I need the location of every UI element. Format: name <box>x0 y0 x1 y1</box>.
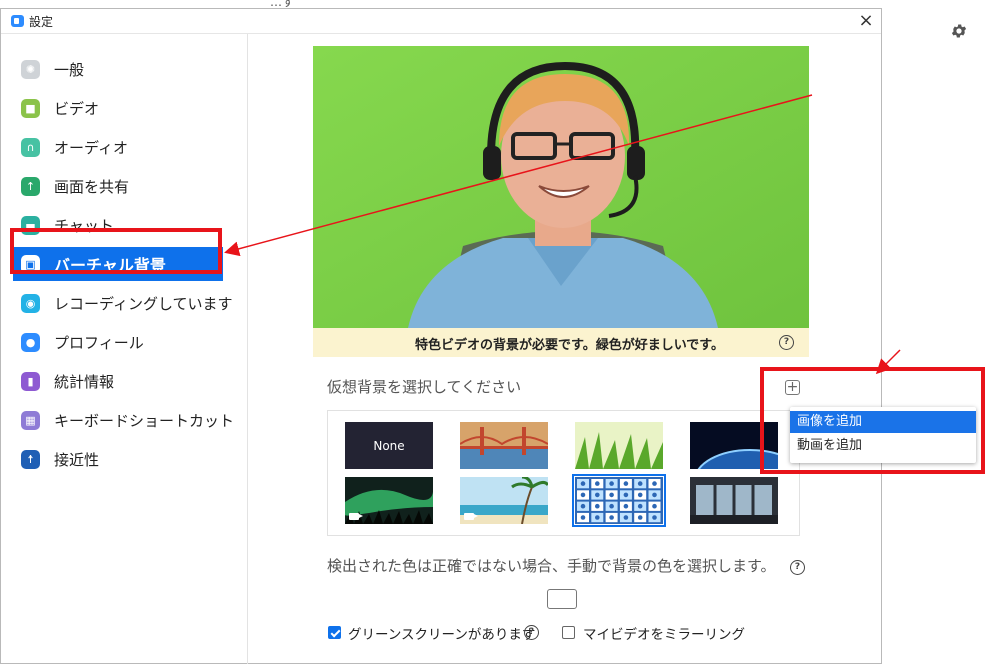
detect-color-label: 検出された色は正確ではない場合、手動で背景の色を選択します。 <box>327 555 776 576</box>
thumbnail-label: None <box>373 438 405 453</box>
add-background-dropdown: 画像を追加 動画を追加 <box>790 407 976 463</box>
detect-color-text: 検出された色は正確ではない場合、手動で背景の色を選択します。 <box>327 557 776 575</box>
background-thumbnail-beach[interactable] <box>460 477 548 524</box>
video-camera-icon <box>349 513 363 520</box>
green-screen-label: グリーンスクリーンがあります <box>348 627 536 643</box>
sidebar-item-label: 接近性 <box>54 450 100 469</box>
sidebar-item-label: 統計情報 <box>54 372 115 391</box>
add-background-icon[interactable]: + <box>785 380 800 395</box>
menu-item-add-image[interactable]: 画像を追加 <box>790 411 976 433</box>
sidebar-item-label: ビデオ <box>54 99 100 118</box>
profile-icon: ● <box>21 332 40 352</box>
menu-item-add-video[interactable]: 動画を追加 <box>790 435 976 457</box>
accessibility-icon: ☨ <box>21 449 40 469</box>
sidebar-item-2[interactable]: ■ ビデオ <box>13 91 223 125</box>
chat-bubble-icon: ▬ <box>21 215 40 235</box>
sidebar-item-label: レコーディングしています <box>54 294 233 313</box>
background-top-text: …す <box>270 0 295 8</box>
help-icon[interactable]: ? <box>779 335 794 350</box>
background-thumbnail-grass[interactable] <box>575 422 663 469</box>
sidebar-item-label: キーボードショートカット <box>54 411 235 430</box>
share-screen-icon: ↑ <box>21 176 40 196</box>
sidebar-item-8[interactable]: ● プロフィール <box>13 325 223 359</box>
green-screen-notice: 特色ビデオの背景が必要です。緑色が好ましいです。 ? <box>313 328 809 357</box>
gear-icon: ✺ <box>21 59 40 79</box>
video-camera-icon: ■ <box>21 98 40 118</box>
sidebar-item-3[interactable]: ∩ オーディオ <box>13 130 223 164</box>
sidebar-item-label: 画面を共有 <box>54 177 130 196</box>
mirror-video-label: マイビデオをミラーリング <box>583 627 745 643</box>
virtual-background-icon: ▣ <box>21 254 40 274</box>
sidebar-item-label: オーディオ <box>54 138 128 157</box>
sidebar: ✺ 一般 ■ ビデオ ∩ オーディオ ↑ 画面を共有 ▬ チャット ▣ バーチャル背景 ◉ レコーディング… <box>1 34 248 664</box>
sidebar-item-5[interactable]: ▬ チャット <box>13 208 223 242</box>
green-screen-checkbox[interactable] <box>328 626 341 639</box>
sidebar-item-11[interactable]: ☨ 接近性 <box>13 442 223 476</box>
background-thumbnail-office-windows[interactable] <box>690 477 778 524</box>
video-camera-icon <box>464 513 478 520</box>
video-preview <box>313 46 809 328</box>
sidebar-item-1[interactable]: ✺ 一般 <box>13 52 223 86</box>
statistics-icon: ▮ <box>21 371 40 391</box>
title-bar: 設定 × <box>1 9 881 34</box>
background-thumbnail-panel: None <box>327 410 800 536</box>
gear-icon[interactable] <box>950 22 968 40</box>
background-area <box>882 0 995 667</box>
help-icon[interactable]: ? <box>524 625 539 640</box>
sidebar-item-label: 一般 <box>54 60 85 79</box>
sidebar-item-9[interactable]: ▮ 統計情報 <box>13 364 223 398</box>
notice-text: 特色ビデオの背景が必要です。緑色が好ましいです。 <box>415 338 725 353</box>
mirror-video-checkbox[interactable] <box>562 626 575 639</box>
background-thumbnail-earth-from-space[interactable] <box>690 422 778 469</box>
zoom-app-icon <box>11 15 24 27</box>
window-title: 設定 <box>29 15 54 29</box>
sidebar-item-7[interactable]: ◉ レコーディングしています <box>13 286 233 320</box>
sidebar-item-label: プロフィール <box>54 333 144 352</box>
sidebar-item-6[interactable]: ▣ バーチャル背景 <box>13 247 223 281</box>
background-thumbnail-aurora[interactable] <box>345 477 433 524</box>
sidebar-item-label: チャット <box>54 216 114 235</box>
choose-background-label: 仮想背景を選択してください <box>327 378 522 396</box>
sidebar-item-4[interactable]: ↑ 画面を共有 <box>13 169 223 203</box>
keyboard-icon: ▦ <box>21 410 40 430</box>
background-color-picker[interactable] <box>547 589 577 609</box>
background-thumbnail-none[interactable]: None <box>345 422 433 469</box>
sidebar-item-10[interactable]: ▦ キーボードショートカット <box>13 403 234 437</box>
record-icon: ◉ <box>21 293 40 313</box>
help-icon[interactable]: ? <box>790 560 805 575</box>
background-thumbnail-golden-gate-bridge[interactable] <box>460 422 548 469</box>
sidebar-item-label: バーチャル背景 <box>54 256 166 275</box>
background-thumbnail-zoom-pattern[interactable] <box>572 474 666 527</box>
headphones-icon: ∩ <box>21 137 40 157</box>
person-preview-image <box>313 46 809 328</box>
close-button[interactable]: × <box>856 11 876 31</box>
